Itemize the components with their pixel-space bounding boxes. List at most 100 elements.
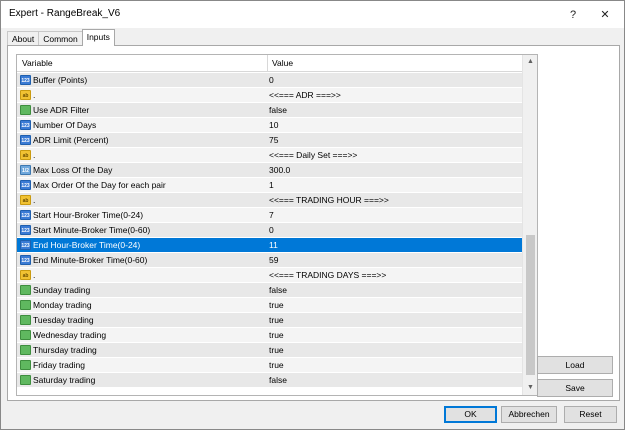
table-row[interactable]: 123 End Minute-Broker Time(0-60) 59 <box>17 253 522 268</box>
table-row[interactable]: 123 End Hour-Broker Time(0-24) 11 <box>17 238 522 253</box>
column-header-value[interactable]: Value <box>267 55 293 72</box>
variable-cell: Buffer (Points) <box>33 75 88 85</box>
tab-inputs[interactable]: Inputs <box>81 29 115 46</box>
table-row[interactable]: 1/2 Max Loss Of the Day 300.0 <box>17 163 522 178</box>
title-bar: Expert - RangeBreak_V6 ? ✕ <box>1 1 624 28</box>
scroll-thumb[interactable] <box>526 235 535 375</box>
variable-cell: ADR Limit (Percent) <box>33 135 109 145</box>
close-icon: ✕ <box>600 9 610 21</box>
cancel-button[interactable]: Abbrechen <box>501 406 557 423</box>
inputs-grid: Variable Value 123 Buffer (Points) 0 ab. <<=… <box>16 54 538 396</box>
value-cell[interactable]: 0 <box>269 223 274 238</box>
tab-common[interactable]: Common <box>38 31 83 46</box>
value-cell[interactable]: 0 <box>269 73 274 88</box>
reset-button[interactable]: Reset <box>564 406 617 423</box>
tab-bar: About Common Inputs <box>7 29 115 46</box>
variable-cell: . <box>33 90 36 100</box>
table-row[interactable]: Thursday trading true <box>17 343 522 358</box>
string-icon: ab <box>20 90 31 100</box>
scroll-down-icon[interactable]: ▼ <box>523 381 537 395</box>
table-row[interactable]: Friday trading true <box>17 358 522 373</box>
table-row[interactable]: Saturday trading false <box>17 373 522 388</box>
variable-cell: Tuesday trading <box>33 315 94 325</box>
table-row[interactable]: 123 Max Order Of the Day for each pair 1 <box>17 178 522 193</box>
table-row[interactable]: Sunday trading false <box>17 283 522 298</box>
variable-cell: Saturday trading <box>33 375 96 385</box>
int-icon: 123 <box>20 135 31 145</box>
column-header-variable[interactable]: Variable <box>17 55 53 72</box>
variable-cell: Start Hour-Broker Time(0-24) <box>33 210 144 220</box>
table-row[interactable]: ab. <<=== Daily Set ===>> <box>17 148 522 163</box>
table-row[interactable]: 123 Start Minute-Broker Time(0-60) 0 <box>17 223 522 238</box>
value-cell[interactable]: false <box>269 283 287 298</box>
variable-cell: Max Loss Of the Day <box>33 165 113 175</box>
int-icon: 123 <box>20 225 31 235</box>
close-button[interactable]: ✕ <box>587 1 623 28</box>
ok-button[interactable]: OK <box>444 406 497 423</box>
string-icon: ab <box>20 150 31 160</box>
variable-cell: Sunday trading <box>33 285 91 295</box>
value-cell[interactable]: <<=== TRADING HOUR ===>> <box>269 193 389 208</box>
value-cell[interactable]: 7 <box>269 208 274 223</box>
value-cell[interactable]: true <box>269 298 284 313</box>
bool-icon <box>20 315 31 325</box>
value-cell[interactable]: true <box>269 313 284 328</box>
table-row[interactable]: ab. <<=== TRADING HOUR ===>> <box>17 193 522 208</box>
value-cell[interactable]: <<=== TRADING DAYS ===>> <box>269 268 386 283</box>
help-button[interactable]: ? <box>555 1 591 28</box>
table-row[interactable]: 123 Start Hour-Broker Time(0-24) 7 <box>17 208 522 223</box>
variable-cell: . <box>33 150 36 160</box>
value-cell[interactable]: <<=== ADR ===>> <box>269 88 341 103</box>
int-icon: 123 <box>20 240 31 250</box>
variable-cell: Use ADR Filter <box>33 105 90 115</box>
table-row[interactable]: Wednesday trading true <box>17 328 522 343</box>
table-row[interactable]: Tuesday trading true <box>17 313 522 328</box>
int-icon: 123 <box>20 210 31 220</box>
value-cell[interactable]: 11 <box>269 238 278 253</box>
string-icon: ab <box>20 195 31 205</box>
scroll-up-icon[interactable]: ▲ <box>523 55 537 69</box>
variable-cell: Number Of Days <box>33 120 97 130</box>
value-cell[interactable]: <<=== Daily Set ===>> <box>269 148 357 163</box>
vertical-scrollbar[interactable]: ▲ ▼ <box>522 55 537 395</box>
grid-rows: 123 Buffer (Points) 0 ab. <<=== ADR ===>> Use… <box>17 73 522 388</box>
variable-cell: Max Order Of the Day for each pair <box>33 180 166 190</box>
value-cell[interactable]: false <box>269 103 287 118</box>
value-cell[interactable]: true <box>269 343 284 358</box>
value-cell[interactable]: 1 <box>269 178 274 193</box>
variable-cell: End Minute-Broker Time(0-60) <box>33 255 148 265</box>
value-cell[interactable]: true <box>269 358 284 373</box>
save-button[interactable]: Save <box>537 379 613 397</box>
int-icon: 123 <box>20 255 31 265</box>
variable-cell: Monday trading <box>33 300 92 310</box>
table-row[interactable]: ab. <<=== TRADING DAYS ===>> <box>17 268 522 283</box>
value-cell[interactable]: 300.0 <box>269 163 290 178</box>
bool-icon <box>20 285 31 295</box>
value-cell[interactable]: 75 <box>269 133 278 148</box>
table-row[interactable]: Use ADR Filter false <box>17 103 522 118</box>
int-icon: 123 <box>20 75 31 85</box>
inputs-panel: Variable Value 123 Buffer (Points) 0 ab. <<=… <box>7 45 620 401</box>
value-cell[interactable]: false <box>269 373 287 388</box>
variable-cell: . <box>33 195 36 205</box>
int-icon: 123 <box>20 180 31 190</box>
variable-cell: Wednesday trading <box>33 330 107 340</box>
value-cell[interactable]: 59 <box>269 253 278 268</box>
value-cell[interactable]: 10 <box>269 118 278 133</box>
window-title: Expert - RangeBreak_V6 <box>9 8 121 19</box>
variable-cell: Thursday trading <box>33 345 97 355</box>
value-cell[interactable]: true <box>269 328 284 343</box>
expert-dialog: Expert - RangeBreak_V6 ? ✕ About Common … <box>0 0 625 430</box>
tab-about[interactable]: About <box>7 31 40 46</box>
bool-icon <box>20 330 31 340</box>
variable-cell: . <box>33 270 36 280</box>
table-row[interactable]: 123 Number Of Days 10 <box>17 118 522 133</box>
bool-icon <box>20 300 31 310</box>
table-row[interactable]: 123 ADR Limit (Percent) 75 <box>17 133 522 148</box>
table-row[interactable]: Monday trading true <box>17 298 522 313</box>
load-button[interactable]: Load <box>537 356 613 374</box>
table-row[interactable]: ab. <<=== ADR ===>> <box>17 88 522 103</box>
variable-cell: Friday trading <box>33 360 85 370</box>
bool-icon <box>20 375 31 385</box>
table-row[interactable]: 123 Buffer (Points) 0 <box>17 73 522 88</box>
